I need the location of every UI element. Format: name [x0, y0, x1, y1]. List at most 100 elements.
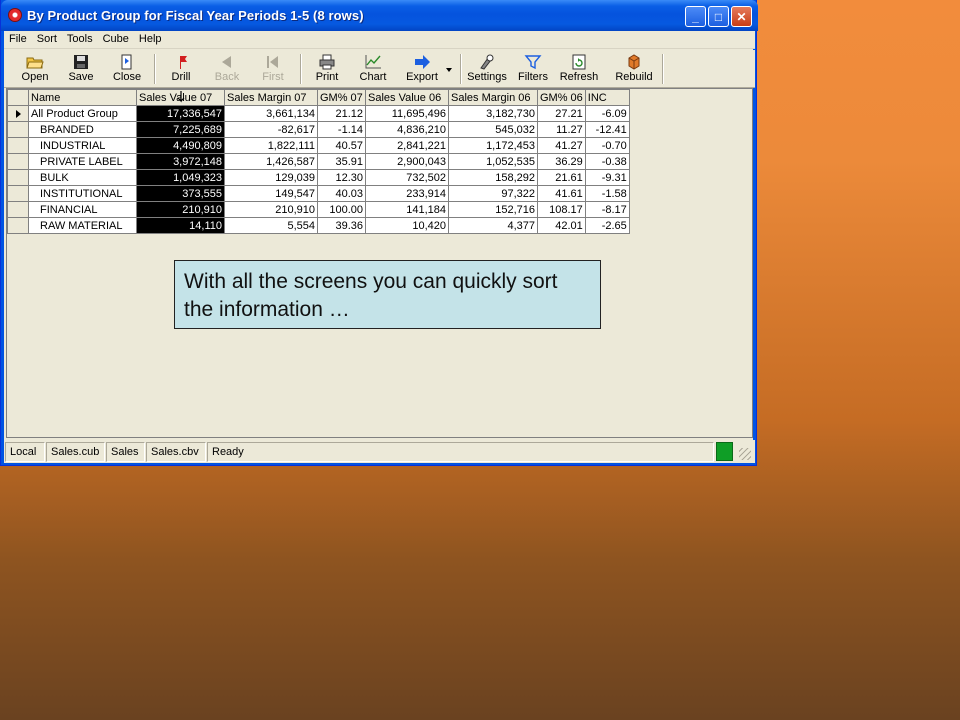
row-header[interactable]: [7, 121, 29, 138]
app-icon[interactable]: [8, 8, 22, 22]
cell-sales-value-07[interactable]: 373,555: [136, 185, 225, 202]
table-row[interactable]: All Product Group 17,336,547 3,661,134 2…: [7, 105, 630, 122]
cell-sales-value-07[interactable]: 210,910: [136, 201, 225, 218]
cell-sales-margin-07[interactable]: 149,547: [224, 185, 318, 202]
cell-gm-07[interactable]: 39.36: [317, 217, 366, 234]
refresh-button[interactable]: Refresh: [556, 52, 602, 86]
rebuild-button[interactable]: Rebuild: [610, 52, 658, 86]
col-header-sales-margin-06[interactable]: Sales Margin 06: [448, 89, 538, 106]
col-header-sales-margin-07[interactable]: Sales Margin 07: [224, 89, 318, 106]
first-button[interactable]: First: [252, 52, 294, 86]
row-header-current[interactable]: [7, 105, 29, 122]
print-button[interactable]: Print: [306, 52, 348, 86]
settings-button[interactable]: Settings: [464, 52, 510, 86]
cell-gm-06[interactable]: 11.27: [537, 121, 586, 138]
corner-cell[interactable]: [7, 89, 29, 106]
cell-gm-06[interactable]: 42.01: [537, 217, 586, 234]
cell-gm-06[interactable]: 41.61: [537, 185, 586, 202]
cell-sales-margin-06[interactable]: 1,052,535: [448, 153, 538, 170]
cell-name[interactable]: FINANCIAL: [28, 201, 137, 218]
cell-gm-06[interactable]: 36.29: [537, 153, 586, 170]
filters-button[interactable]: Filters: [512, 52, 554, 86]
menu-sort[interactable]: Sort: [32, 31, 62, 48]
cell-sales-value-06[interactable]: 141,184: [365, 201, 449, 218]
back-button[interactable]: Back: [206, 52, 248, 86]
menu-file[interactable]: File: [4, 31, 32, 48]
cell-gm-07[interactable]: -1.14: [317, 121, 366, 138]
cell-gm-07[interactable]: 21.12: [317, 105, 366, 122]
cell-sales-margin-07[interactable]: 1,822,111: [224, 137, 318, 154]
cell-inc[interactable]: -12.41: [584, 121, 630, 138]
cell-gm-06[interactable]: 41.27: [537, 137, 586, 154]
cell-name[interactable]: All Product Group: [28, 105, 137, 122]
close-button[interactable]: Close: [106, 52, 148, 86]
cell-sales-value-06[interactable]: 2,900,043: [365, 153, 449, 170]
cell-sales-value-07[interactable]: 17,336,547: [136, 105, 225, 122]
col-header-name[interactable]: Name: [28, 89, 137, 106]
cell-sales-margin-07[interactable]: -82,617: [224, 121, 318, 138]
table-row[interactable]: BRANDED 7,225,689 -82,617 -1.14 4,836,21…: [7, 121, 630, 138]
cell-gm-06[interactable]: 108.17: [537, 201, 586, 218]
cell-inc[interactable]: -0.38: [584, 153, 630, 170]
cell-sales-value-06[interactable]: 11,695,496: [365, 105, 449, 122]
cell-sales-margin-06[interactable]: 4,377: [448, 217, 538, 234]
cell-name[interactable]: PRIVATE LABEL: [28, 153, 137, 170]
table-row[interactable]: PRIVATE LABEL 3,972,148 1,426,587 35.91 …: [7, 153, 630, 170]
cell-name[interactable]: INDUSTRIAL: [28, 137, 137, 154]
col-header-gm-07[interactable]: GM% 07: [317, 89, 366, 106]
cell-name[interactable]: BULK: [28, 169, 137, 186]
cell-sales-value-07[interactable]: 14,110: [136, 217, 225, 234]
cell-sales-value-06[interactable]: 732,502: [365, 169, 449, 186]
close-window-button[interactable]: ✕: [731, 6, 752, 27]
cell-name[interactable]: INSTITUTIONAL: [28, 185, 137, 202]
table-row[interactable]: INSTITUTIONAL 373,555 149,547 40.03 233,…: [7, 185, 630, 202]
row-header[interactable]: [7, 185, 29, 202]
menu-help[interactable]: Help: [134, 31, 167, 48]
cell-name[interactable]: RAW MATERIAL: [28, 217, 137, 234]
cell-inc[interactable]: -6.09: [584, 105, 630, 122]
title-bar[interactable]: By Product Group for Fiscal Year Periods…: [1, 0, 758, 31]
chart-button[interactable]: Chart: [352, 52, 394, 86]
export-dropdown[interactable]: [444, 52, 454, 86]
cell-sales-margin-07[interactable]: 3,661,134: [224, 105, 318, 122]
save-button[interactable]: Save: [60, 52, 102, 86]
cell-sales-margin-07[interactable]: 1,426,587: [224, 153, 318, 170]
open-button[interactable]: Open: [14, 52, 56, 86]
menu-tools[interactable]: Tools: [62, 31, 98, 48]
col-header-inc[interactable]: INC: [584, 89, 630, 106]
cell-gm-07[interactable]: 35.91: [317, 153, 366, 170]
cell-gm-07[interactable]: 40.57: [317, 137, 366, 154]
cell-sales-margin-06[interactable]: 97,322: [448, 185, 538, 202]
row-header[interactable]: [7, 169, 29, 186]
cell-sales-value-06[interactable]: 4,836,210: [365, 121, 449, 138]
cell-sales-value-07[interactable]: 7,225,689: [136, 121, 225, 138]
export-button[interactable]: Export: [398, 52, 446, 86]
cell-gm-06[interactable]: 21.61: [537, 169, 586, 186]
col-header-gm-06[interactable]: GM% 06: [537, 89, 586, 106]
cell-sales-value-07[interactable]: 1,049,323: [136, 169, 225, 186]
row-header[interactable]: [7, 153, 29, 170]
table-row[interactable]: FINANCIAL 210,910 210,910 100.00 141,184…: [7, 201, 630, 218]
cell-inc[interactable]: -1.58: [584, 185, 630, 202]
cell-sales-margin-06[interactable]: 1,172,453: [448, 137, 538, 154]
cell-inc[interactable]: -0.70: [584, 137, 630, 154]
cell-inc[interactable]: -8.17: [584, 201, 630, 218]
cell-gm-07[interactable]: 100.00: [317, 201, 366, 218]
row-header[interactable]: [7, 201, 29, 218]
row-header[interactable]: [7, 217, 29, 234]
cell-sales-value-06[interactable]: 2,841,221: [365, 137, 449, 154]
col-header-sales-value-06[interactable]: Sales Value 06: [365, 89, 449, 106]
cell-gm-06[interactable]: 27.21: [537, 105, 586, 122]
cell-name[interactable]: BRANDED: [28, 121, 137, 138]
resize-grip[interactable]: [739, 448, 751, 460]
menu-cube[interactable]: Cube: [98, 31, 134, 48]
cell-sales-margin-07[interactable]: 5,554: [224, 217, 318, 234]
cell-gm-07[interactable]: 12.30: [317, 169, 366, 186]
cell-sales-margin-06[interactable]: 152,716: [448, 201, 538, 218]
maximize-button[interactable]: □: [708, 6, 729, 27]
cell-sales-margin-06[interactable]: 158,292: [448, 169, 538, 186]
cell-inc[interactable]: -2.65: [584, 217, 630, 234]
table-row[interactable]: RAW MATERIAL 14,110 5,554 39.36 10,420 4…: [7, 217, 630, 234]
cell-sales-margin-06[interactable]: 3,182,730: [448, 105, 538, 122]
cell-sales-value-07[interactable]: 4,490,809: [136, 137, 225, 154]
